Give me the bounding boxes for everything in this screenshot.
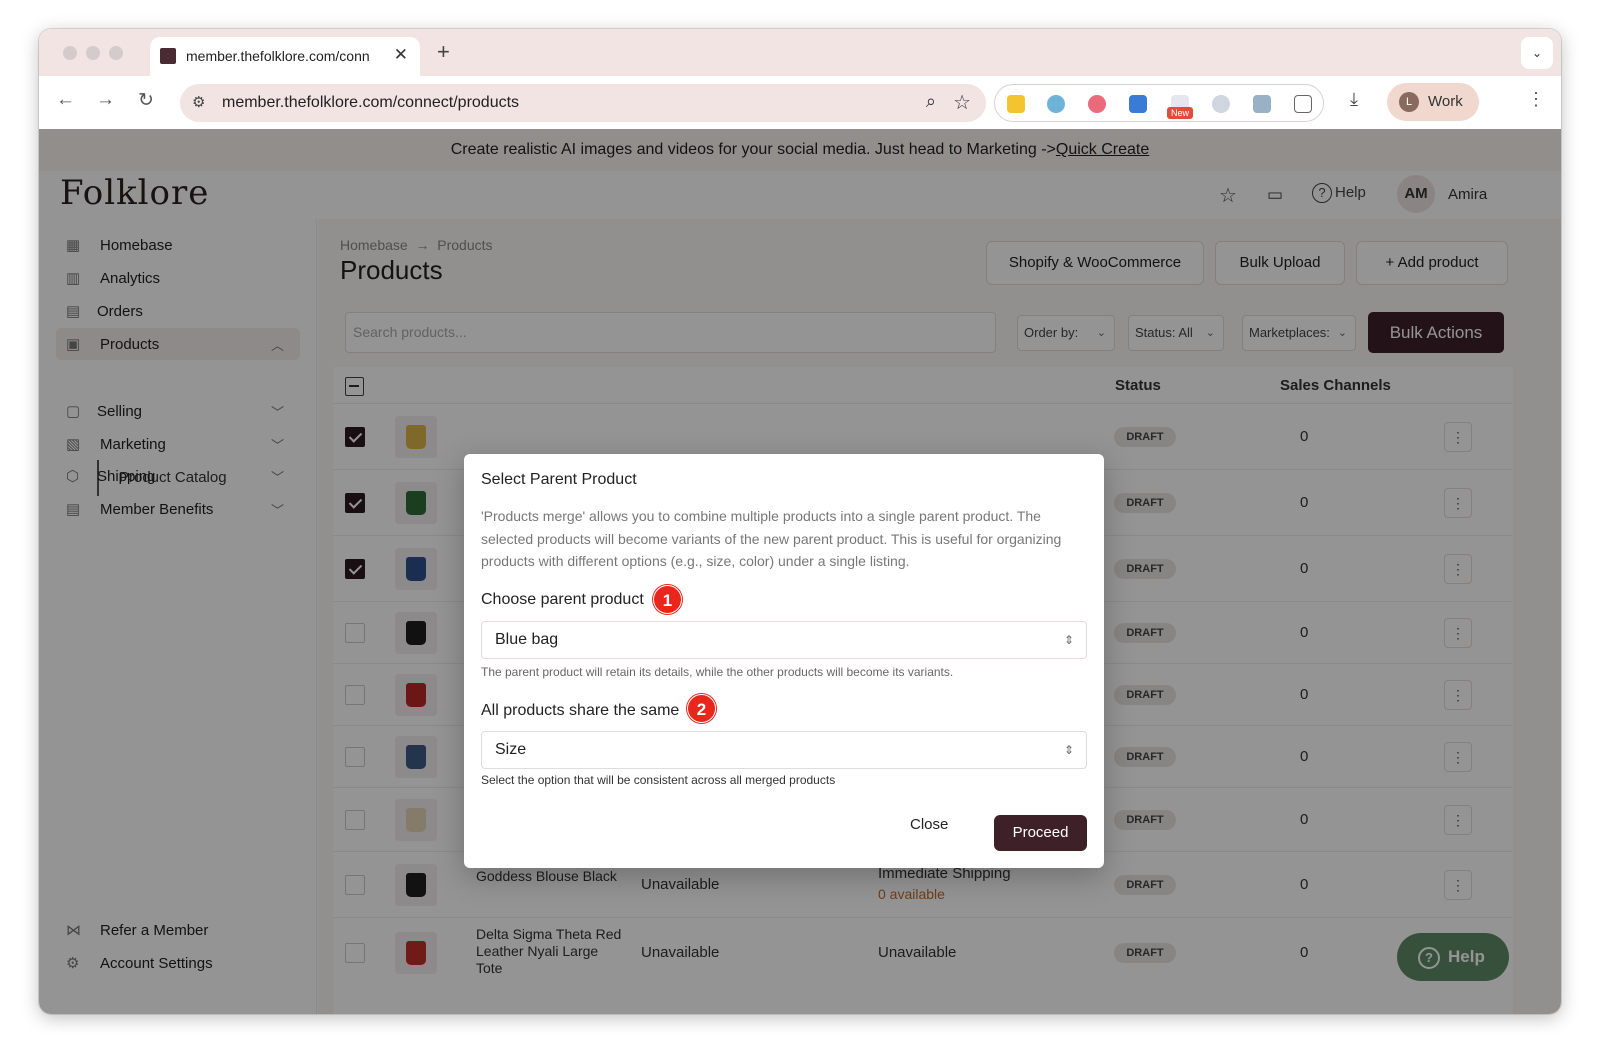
parent-product-select[interactable]: Blue bag ⇕ [481,621,1087,659]
profile-avatar: L [1399,92,1419,112]
parent-product-help: The parent product will retain its detai… [481,665,954,679]
tab-strip: member.thefolklore.com/conn ✕ + ⌄ [39,29,1561,76]
dialog-description: 'Products merge' allows you to combine m… [481,508,1062,569]
favicon-icon [160,48,176,64]
brain-extension-icon[interactable] [1088,95,1106,113]
close-window-button[interactable] [63,46,77,60]
share-option-select[interactable]: Size ⇕ [481,731,1087,769]
parent-product-value: Blue bag [495,631,559,648]
profile-label: Work [1428,93,1463,110]
drive-extension-icon[interactable] [1007,95,1025,113]
proceed-button[interactable]: Proceed [994,815,1087,851]
profile-button[interactable]: L Work [1387,83,1479,121]
browser-toolbar: ← → ↻ ⚙ member.thefolklore.com/connect/p… [39,76,1561,129]
puzzle-extensions-icon[interactable] [1294,95,1312,113]
capture-extension-icon[interactable] [1212,95,1230,113]
extensions-bar: New [994,84,1324,122]
step-marker-2: 2 [687,694,716,723]
select-parent-product-dialog: Select Parent Product 'Products merge' a… [464,454,1104,868]
colorful-extension-icon[interactable] [1047,95,1065,113]
tab-title: member.thefolklore.com/conn [186,48,370,64]
maximize-window-button[interactable] [109,46,123,60]
zoom-icon[interactable]: ⌕ [926,91,936,112]
browser-tab[interactable]: member.thefolklore.com/conn ✕ [150,37,420,76]
close-button[interactable]: Close [910,816,948,833]
share-option-value: Size [495,741,527,758]
select-arrows-icon: ⇕ [1063,633,1074,647]
address-bar[interactable]: ⚙ member.thefolklore.com/connect/product… [180,84,986,122]
share-option-label: All products share the same [481,702,680,719]
site-settings-icon[interactable]: ⚙ [192,93,205,111]
browser-window: member.thefolklore.com/conn ✕ + ⌄ ← → ↻ … [39,29,1561,1014]
window-extension-icon[interactable] [1253,95,1271,113]
bookmark-star-icon[interactable]: ☆ [953,90,971,115]
tab-search-icon[interactable]: ⌄ [1521,37,1553,69]
select-arrows-icon: ⇕ [1063,743,1074,757]
new-badge: New [1167,107,1193,119]
reload-icon[interactable]: ↻ [138,89,154,112]
forward-icon[interactable]: → [96,89,115,111]
page: Create realistic AI images and videos fo… [39,129,1561,1014]
close-tab-icon[interactable]: ✕ [394,45,408,65]
snowflake-extension-icon[interactable] [1129,95,1147,113]
minimize-window-button[interactable] [86,46,100,60]
dialog-title: Select Parent Product [481,471,637,488]
share-option-help: Select the option that will be consisten… [481,773,836,787]
step-marker-1: 1 [653,585,682,614]
download-icon[interactable]: ⤓ [1350,89,1358,110]
back-icon[interactable]: ← [56,89,75,111]
parent-product-label: Choose parent product [481,591,644,608]
url-text[interactable]: member.thefolklore.com/connect/products [222,94,519,112]
new-tab-icon[interactable]: + [437,39,450,65]
browser-menu-icon[interactable]: ⋮ [1527,89,1545,110]
